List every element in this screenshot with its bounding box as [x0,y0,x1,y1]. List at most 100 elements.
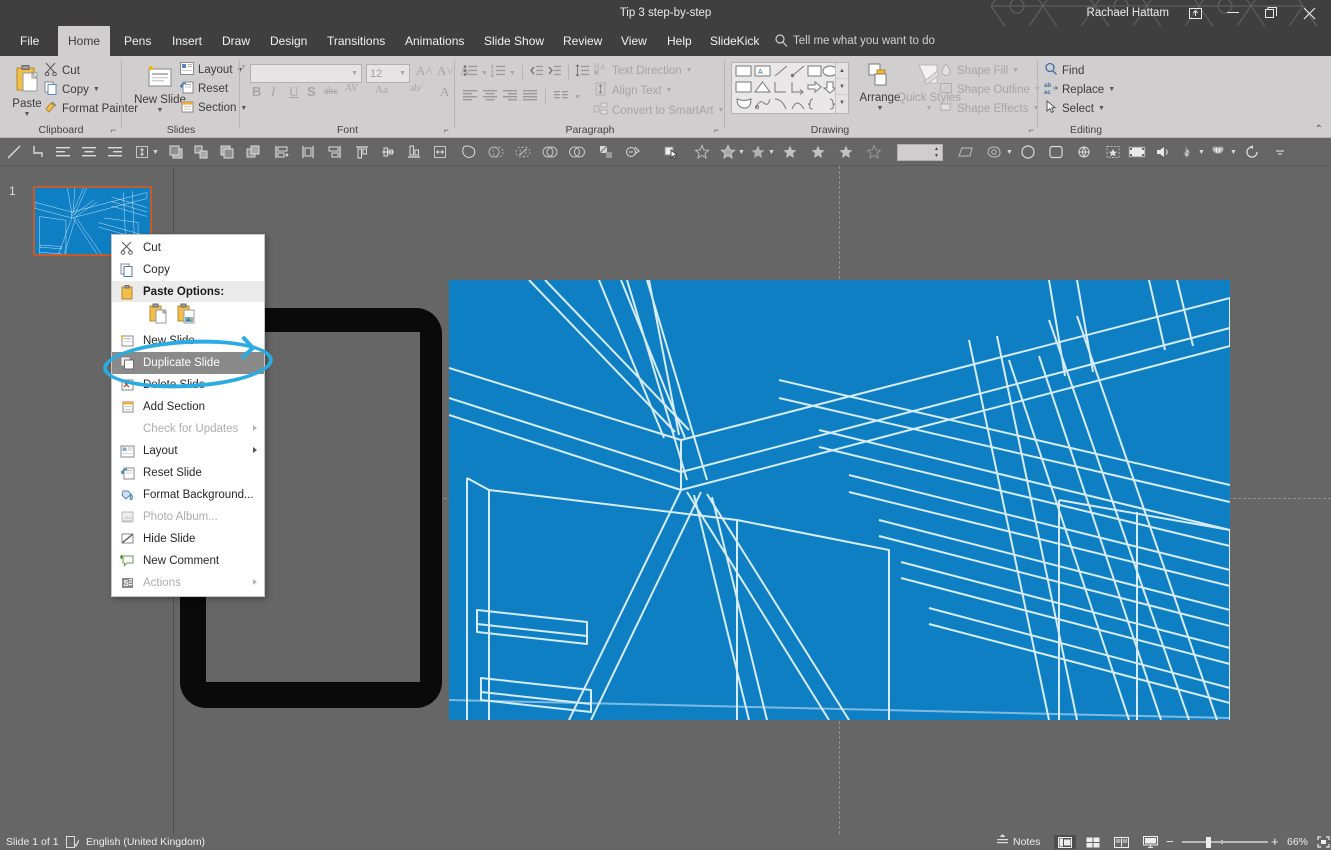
chevron-down-icon[interactable]: ▼ [926,105,933,112]
distribute-vertical-icon[interactable] [132,142,152,162]
shapes-gallery-scroll[interactable]: ▲ ▼ ▼ [835,63,848,113]
merge-shapes-fragment-icon[interactable] [513,142,533,162]
text-highlight-icon[interactable]: ab⁄ [410,83,421,94]
font-name-input[interactable]: ▼ [250,64,362,83]
notes-button[interactable]: Notes [996,834,1040,850]
menu-item-duplicate-slide[interactable]: Duplicate Slide [112,352,264,374]
align-top-icon[interactable] [352,142,372,162]
value-spinner[interactable]: ▲▼ [897,144,943,161]
rounded-rect-icon[interactable] [1046,142,1066,162]
decrease-indent-icon[interactable] [529,64,544,82]
rotate-shape-icon[interactable] [984,142,1004,162]
hyperlink-icon[interactable] [1074,142,1094,162]
font-size-input[interactable]: 12 ▼ [366,64,410,83]
chevron-down-icon[interactable]: ▼ [93,86,100,93]
select-button[interactable]: Select ▼ [1044,100,1105,117]
reset-button[interactable]: Reset [180,81,228,97]
accessibility-checker-icon[interactable] [66,834,79,850]
chevron-down-icon[interactable]: ▼ [768,149,775,156]
zoom-slider-thumb[interactable] [1206,837,1211,848]
menu-item-reset-slide[interactable]: Reset Slide [112,462,264,484]
animation-trigger-icon[interactable] [1178,142,1198,162]
align-middle-icon[interactable] [378,142,398,162]
menu-item-cut[interactable]: Cut [112,237,264,259]
align-right-icon[interactable] [106,142,126,162]
star-outline-icon[interactable] [692,142,712,162]
layout-button[interactable]: Layout ▼ [180,62,243,78]
distribute-horizontal-icon[interactable] [430,142,450,162]
animation-pane-icon[interactable] [1208,142,1228,162]
bold-button[interactable]: B [252,84,261,99]
chevron-down-icon[interactable]: ▼ [1012,67,1019,74]
bring-forward-icon[interactable] [166,142,186,162]
replace-button[interactable]: abac Replace ▼ [1044,81,1115,98]
change-case-icon[interactable]: Aa [375,84,388,96]
gallery-more-icon[interactable]: ▼ [836,95,848,111]
zoom-slider[interactable] [1182,841,1268,843]
picture-placeholder-icon[interactable] [1103,142,1123,162]
send-to-back-icon[interactable] [243,142,263,162]
oval-icon[interactable] [1018,142,1038,162]
tab-home[interactable]: Home [58,26,110,56]
merge-shapes-subtract-icon[interactable] [567,142,587,162]
chevron-down-icon[interactable]: ▼ [351,70,358,77]
shapes-gallery[interactable]: A [731,62,849,114]
section-button[interactable]: Section ▼ [180,100,247,116]
menu-item-delete-slide[interactable]: Delete Slide [112,374,264,396]
merge-shapes-union-icon[interactable] [459,142,479,162]
chevron-down-icon[interactable]: ▼ [240,64,247,71]
chevron-down-icon[interactable]: ▼ [509,70,516,77]
send-backward-icon[interactable] [217,142,237,162]
copy-button[interactable]: Copy ▼ [44,81,100,98]
select-pane-icon[interactable] [661,142,681,162]
tab-help[interactable]: Help [657,26,702,56]
character-spacing-icon[interactable]: A͞V [345,83,358,94]
merge-shapes-combine-icon[interactable] [486,142,506,162]
clipboard-dialog-launcher[interactable]: ⌐ [111,125,116,135]
star-empty-icon[interactable] [864,142,884,162]
paragraph-dialog-launcher[interactable]: ⌐ [714,125,719,135]
paste-picture-icon[interactable] [176,303,196,329]
chevron-down-icon[interactable]: ▼ [1108,86,1115,93]
align-objects-left-icon[interactable] [272,142,292,162]
numbering-icon[interactable]: 123 [491,64,506,82]
close-icon[interactable] [1291,0,1327,26]
video-icon[interactable] [1127,142,1147,162]
increase-font-size-icon[interactable]: A˄ [416,63,433,79]
zoom-out-button[interactable]: − [1166,834,1174,850]
increase-indent-icon[interactable] [547,64,562,82]
shape-effects-button[interactable]: Shape Effects ▼ [939,100,1039,117]
reading-view-icon[interactable] [1110,835,1132,849]
menu-item-new-comment[interactable]: New Comment [112,550,264,572]
chevron-down-icon[interactable]: ▼ [877,105,884,112]
chevron-down-icon[interactable]: ▼ [574,94,581,101]
shape-outline-button[interactable]: Shape Outline ▼ [939,81,1041,98]
fit-to-window-icon[interactable] [1312,835,1331,849]
spinner-arrows[interactable]: ▲▼ [932,145,941,160]
menu-item-hide-slide[interactable]: Hide Slide [112,528,264,550]
collapse-ribbon-icon[interactable]: ⌃ [1315,124,1323,135]
align-objects-right-icon[interactable] [324,142,344,162]
chevron-down-icon[interactable]: ▼ [1098,105,1105,112]
chevron-down-icon[interactable]: ▼ [1230,149,1237,156]
zoom-in-button[interactable]: + [1271,834,1279,850]
menu-item-layout[interactable]: Layout [112,440,264,462]
tell-me-box[interactable]: Tell me what you want to do [775,26,1005,56]
bring-to-front-icon[interactable] [191,142,211,162]
columns-icon[interactable] [554,88,568,106]
menu-item-copy[interactable]: Copy [112,259,264,281]
cut-button[interactable]: Cut [44,62,80,79]
chevron-down-icon[interactable]: ▼ [1032,105,1039,112]
zoom-level[interactable]: 66% [1287,834,1308,850]
chevron-down-icon[interactable]: ▼ [24,111,31,118]
align-objects-center-icon[interactable] [298,142,318,162]
align-center-icon[interactable] [483,88,497,106]
ribbon-display-options-icon[interactable] [1177,0,1213,26]
tab-animations[interactable]: Animations [395,26,474,56]
tab-insert[interactable]: Insert [162,26,212,56]
justify-icon[interactable] [523,88,537,106]
shape-fill-button[interactable]: Shape Fill ▼ [939,62,1019,79]
new-slide-button[interactable]: New Slide ▼ [134,64,186,114]
chevron-down-icon[interactable]: ▼ [399,70,406,77]
star-solid-1-icon[interactable] [780,142,800,162]
